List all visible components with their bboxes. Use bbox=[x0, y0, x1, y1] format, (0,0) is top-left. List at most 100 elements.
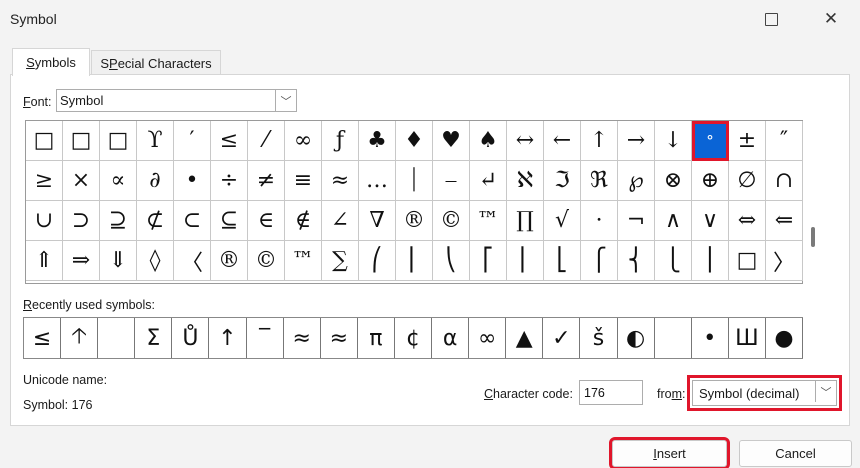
symbol-cell[interactable]: ® bbox=[211, 241, 248, 281]
symbol-cell[interactable]: ♦ bbox=[396, 121, 433, 161]
symbol-cell[interactable]: ∂ bbox=[137, 161, 174, 201]
symbol-cell[interactable]: ≠ bbox=[248, 161, 285, 201]
tab-special-characters[interactable]: SPecial Characters bbox=[91, 50, 221, 75]
from-select[interactable]: Symbol (decimal) ﹀ bbox=[687, 375, 842, 411]
symbol-cell[interactable]: ℜ bbox=[581, 161, 618, 201]
symbol-cell[interactable]: ℵ bbox=[507, 161, 544, 201]
recent-symbol-cell[interactable]: ≤ bbox=[24, 318, 62, 358]
symbol-cell[interactable]: © bbox=[433, 201, 470, 241]
symbol-cell[interactable]: ↓ bbox=[655, 121, 692, 161]
symbol-cell[interactable]: ∑ bbox=[322, 241, 359, 281]
recent-symbol-cell[interactable]: α bbox=[432, 318, 470, 358]
recent-symbol-cell[interactable]: Σ bbox=[135, 318, 173, 358]
symbol-cell[interactable]: ⁄ bbox=[248, 121, 285, 161]
symbol-cell[interactable]: ⎩ bbox=[655, 241, 692, 281]
symbol-cell[interactable]: ™ bbox=[285, 241, 322, 281]
recent-symbol-cell[interactable]: Ů bbox=[172, 318, 210, 358]
symbol-cell[interactable]: ∅ bbox=[729, 161, 766, 201]
tab-symbols[interactable]: Symbols bbox=[12, 48, 90, 76]
symbol-cell[interactable]: • bbox=[174, 161, 211, 201]
scrollbar-thumb[interactable] bbox=[811, 227, 815, 247]
symbol-cell-selected[interactable]: ° bbox=[692, 121, 729, 161]
symbol-cell[interactable]: ⎧ bbox=[581, 241, 618, 281]
symbol-cell[interactable]: ⊇ bbox=[100, 201, 137, 241]
symbol-cell[interactable]: ⎢ bbox=[507, 241, 544, 281]
recent-symbol-cell[interactable]: ↑ bbox=[209, 318, 247, 358]
recent-symbol-cell[interactable]: ≈ bbox=[321, 318, 358, 358]
symbol-cell[interactable]: ƒ bbox=[322, 121, 359, 161]
recent-symbol-cell[interactable]: • bbox=[692, 318, 729, 358]
recent-symbol-cell[interactable]: Ш bbox=[729, 318, 766, 358]
recent-symbol-cell[interactable] bbox=[655, 318, 692, 358]
symbol-cell[interactable]: ⇓ bbox=[100, 241, 137, 281]
symbol-cell[interactable]: ϒ bbox=[137, 121, 174, 161]
symbol-cell[interactable]: ″ bbox=[766, 121, 803, 161]
symbol-cell[interactable]: ′ bbox=[174, 121, 211, 161]
symbol-cell[interactable]: ↔ bbox=[507, 121, 544, 161]
symbol-cell[interactable]: ∧ bbox=[655, 201, 692, 241]
symbol-cell[interactable]: √ bbox=[544, 201, 581, 241]
symbol-cell[interactable]: ≈ bbox=[322, 161, 359, 201]
symbol-cell[interactable]: ⊕ bbox=[692, 161, 729, 201]
recent-symbol-cell[interactable]: 🡡 bbox=[61, 318, 99, 358]
symbol-cell[interactable]: ⎛ bbox=[359, 241, 396, 281]
symbol-cell[interactable]: ∠ bbox=[322, 201, 359, 241]
symbol-cell[interactable]: © bbox=[248, 241, 285, 281]
symbol-cell[interactable]: ⊂ bbox=[174, 201, 211, 241]
close-button[interactable]: ✕ bbox=[808, 0, 854, 38]
symbol-cell[interactable]: 〉 bbox=[766, 241, 803, 281]
symbol-cell[interactable]: 〈 bbox=[174, 241, 211, 281]
recent-symbol-cell[interactable]: ‾ bbox=[247, 318, 284, 358]
symbol-cell[interactable]: ♠ bbox=[470, 121, 507, 161]
symbol-cell[interactable]: ⇔ bbox=[729, 201, 766, 241]
symbol-cell[interactable]: ↑ bbox=[581, 121, 618, 161]
recent-symbol-cell[interactable]: ◐ bbox=[618, 318, 655, 358]
symbol-cell[interactable]: ∈ bbox=[248, 201, 285, 241]
symbol-cell[interactable]: ÷ bbox=[211, 161, 248, 201]
symbol-cell[interactable]: □ bbox=[26, 121, 63, 161]
symbol-cell[interactable]: ⏐ bbox=[396, 161, 433, 201]
recent-symbol-cell[interactable]: ▲ bbox=[506, 318, 544, 358]
symbol-cell[interactable]: ℘ bbox=[618, 161, 655, 201]
symbol-cell[interactable]: ♥ bbox=[433, 121, 470, 161]
symbol-cell[interactable]: ⇑ bbox=[26, 241, 63, 281]
symbol-cell[interactable]: ∨ bbox=[692, 201, 729, 241]
symbol-cell[interactable]: ⎜ bbox=[396, 241, 433, 281]
symbol-cell[interactable]: ℑ bbox=[544, 161, 581, 201]
symbol-cell[interactable]: ≡ bbox=[285, 161, 322, 201]
symbol-grid[interactable]: □ □ □ ϒ ′ ≤ ⁄ ∞ ƒ ♣ ♦ ♥ ♠ ↔ ← ↑ → ↓ ° ± ″ ≥ × ∝ ∂ • ÷ ≠ ≡ ≈… ⏐ ⎯ ↵ ℵ ℑ ℜ ℘ ⊗ ⊕… bbox=[25, 120, 803, 284]
symbol-cell[interactable]: ® bbox=[396, 201, 433, 241]
symbol-cell[interactable]: ♣ bbox=[359, 121, 396, 161]
symbol-cell[interactable]: ⇒ bbox=[63, 241, 100, 281]
symbol-cell[interactable]: □ bbox=[100, 121, 137, 161]
recent-symbol-cell[interactable]: ● bbox=[766, 318, 803, 358]
symbol-cell[interactable]: ⇐ bbox=[766, 201, 803, 241]
symbol-cell[interactable]: … bbox=[359, 161, 396, 201]
symbol-cell[interactable]: ≥ bbox=[26, 161, 63, 201]
symbol-cell[interactable]: ⎪ bbox=[692, 241, 729, 281]
symbol-grid-scrollbar[interactable] bbox=[806, 120, 822, 284]
symbol-cell[interactable]: ⋅ bbox=[581, 201, 618, 241]
symbol-cell[interactable]: ∪ bbox=[26, 201, 63, 241]
symbol-cell[interactable]: × bbox=[63, 161, 100, 201]
symbol-cell[interactable]: ∏ bbox=[507, 201, 544, 241]
symbol-cell[interactable]: ◊ bbox=[137, 241, 174, 281]
recent-symbol-cell[interactable]: š bbox=[580, 318, 618, 358]
symbol-cell[interactable]: ⎝ bbox=[433, 241, 470, 281]
recent-symbol-cell[interactable]: ✓ bbox=[543, 318, 581, 358]
font-select[interactable]: Symbol ﹀ bbox=[56, 89, 297, 112]
symbol-cell[interactable]: ⎣ bbox=[544, 241, 581, 281]
symbol-cell[interactable]: □ bbox=[63, 121, 100, 161]
recent-symbol-cell[interactable]: ∞ bbox=[469, 318, 507, 358]
symbol-cell[interactable]: ∉ bbox=[285, 201, 322, 241]
chevron-down-icon[interactable]: ﹀ bbox=[815, 381, 836, 402]
symbol-cell[interactable]: ⊗ bbox=[655, 161, 692, 201]
symbol-cell[interactable]: ∝ bbox=[100, 161, 137, 201]
symbol-cell[interactable]: ⎨ bbox=[618, 241, 655, 281]
symbol-cell[interactable]: ∇ bbox=[359, 201, 396, 241]
recent-symbol-cell[interactable]: π bbox=[358, 318, 395, 358]
symbol-cell[interactable]: □ bbox=[729, 241, 766, 281]
symbol-cell[interactable]: ← bbox=[544, 121, 581, 161]
symbol-cell[interactable]: ± bbox=[729, 121, 766, 161]
recent-symbol-cell[interactable]: ≈ bbox=[284, 318, 321, 358]
